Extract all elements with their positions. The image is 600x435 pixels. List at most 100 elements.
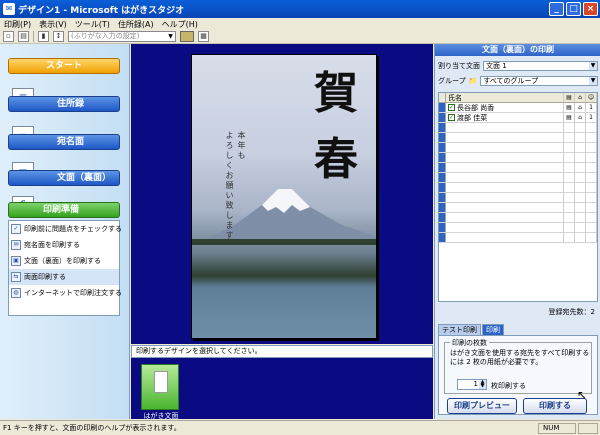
- grid-header: 氏名 ▤ ⌂ ☺: [439, 93, 597, 103]
- task-duplex-print[interactable]: ⇆ 両面印刷する: [9, 269, 119, 285]
- copies-stepper[interactable]: 1 ▲ ▼: [457, 379, 487, 390]
- assign-design-row: 割り当て文面 文面 1 ▼: [438, 60, 598, 71]
- print-icon[interactable]: ▤: [18, 31, 29, 42]
- left-task-panel: スタート 〒 住所録 ✉ 宛名面 ▣ 文面（裏面） ⎙ 印刷準備 ✓印刷前に問題…: [0, 44, 130, 419]
- menu-address-book[interactable]: 住所録(A): [118, 19, 154, 30]
- print-panel-title: 文面（裏面）の印刷: [435, 44, 600, 56]
- person-icon: 1: [586, 103, 597, 112]
- address-book-button[interactable]: 住所録: [8, 96, 120, 112]
- empty-row: [439, 153, 597, 163]
- toolbar-separator: [33, 31, 34, 42]
- assign-design-label: 割り当て文面: [438, 61, 480, 70]
- contact-grid: 氏名 ▤ ⌂ ☺ ✓ 長谷部 尚香 ▤ ⌂ 1 ✓ 渡部 佳菜 ▤ ⌂ 1: [438, 92, 598, 302]
- registered-count: 登録宛先数：2: [548, 308, 595, 316]
- title-bar: ✉ デザイン1 - Microsoft はがきスタジオ _ □ ×: [0, 0, 600, 18]
- card-greeting-line1: 本年も: [237, 131, 246, 161]
- thumbnail-page-icon: [154, 371, 168, 393]
- font-combo-text: (ふりがな入力の設定): [71, 32, 140, 40]
- empty-row: [439, 223, 597, 233]
- empty-row: [439, 123, 597, 133]
- chevron-down-icon: ▼: [589, 76, 597, 85]
- copies-description: はがき文面を使用する宛先をすべて印刷するには 2 枚の用紙が必要です。: [450, 349, 590, 366]
- print-task-list: ✓ 印刷前に問題点をチェックする ✉ 宛名面を印刷する ▣ 文面（裏面）を印刷する ⇆…: [8, 220, 122, 316]
- design-canvas: 賀 春 本年も よろしくお願い致します: [131, 44, 433, 344]
- group-folder-icon: 📁: [468, 76, 478, 85]
- print-prep-button[interactable]: 印刷準備: [8, 202, 120, 218]
- col-print-icon[interactable]: ▤: [564, 93, 575, 102]
- menu-view[interactable]: 表示(V): [39, 19, 67, 30]
- row-selector[interactable]: [439, 103, 446, 112]
- sort-icon[interactable]: ↕: [53, 31, 64, 42]
- row-checkbox[interactable]: ✓: [448, 114, 455, 121]
- task-print-design[interactable]: ▣ 文面（裏面）を印刷する: [9, 253, 119, 269]
- empty-row: [439, 193, 597, 203]
- menu-tools[interactable]: ツール(T): [75, 19, 110, 30]
- postcard-app-icon: ✉: [3, 3, 15, 15]
- task-check-problems[interactable]: ✓ 印刷前に問題点をチェックする: [9, 221, 122, 237]
- properties-icon[interactable]: ▦: [198, 31, 209, 42]
- col-house-icon[interactable]: ⌂: [575, 93, 586, 102]
- chevron-down-icon: ▼: [168, 33, 173, 40]
- status-help-text: F1 キーを押すと、文面の印刷のヘルプが表示されます。: [3, 424, 181, 432]
- house-icon: ⌂: [575, 103, 586, 112]
- card-kanji-haru: 春: [314, 134, 358, 185]
- checklist-icon: ✓: [11, 224, 21, 234]
- house-icon: ⌂: [575, 113, 586, 122]
- table-row[interactable]: ✓ 渡部 佳菜 ▤ ⌂ 1: [439, 113, 597, 123]
- copies-legend: 印刷の枚数: [450, 338, 489, 348]
- start-button[interactable]: スタート: [8, 58, 120, 74]
- status-num-indicator: NUM: [538, 422, 576, 434]
- stepper-arrows-icon[interactable]: ▲ ▼: [479, 380, 486, 389]
- font-combo[interactable]: (ふりがな入力の設定) ▼: [68, 31, 176, 42]
- design-thumbnail-strip: はがき文面: [131, 358, 433, 420]
- print-side-panel: 文面（裏面）の印刷 割り当て文面 文面 1 ▼ グループ 📁 すべてのグループ …: [434, 44, 600, 419]
- mouse-cursor-icon: ↖: [577, 388, 588, 402]
- col-name-header[interactable]: 氏名: [446, 93, 564, 102]
- window-title: デザイン1 - Microsoft はがきスタジオ: [18, 5, 185, 16]
- duplex-icon: ⇆: [11, 272, 21, 282]
- globe-icon: ◍: [11, 288, 21, 298]
- print-preview-button[interactable]: 印刷プレビュー: [447, 398, 517, 414]
- print-tab-body: 印刷の枚数 はがき文面を使用する宛先をすべて印刷するには 2 枚の用紙が必要です…: [438, 335, 598, 415]
- copies-group: 印刷の枚数 はがき文面を使用する宛先をすべて印刷するには 2 枚の用紙が必要です…: [444, 338, 592, 394]
- new-page-icon[interactable]: ▫: [3, 31, 14, 42]
- empty-row: [439, 133, 597, 143]
- col-person-icon[interactable]: ☺: [586, 93, 597, 102]
- address-side-button[interactable]: 宛名面: [8, 134, 120, 150]
- tab-test-print[interactable]: テスト印刷: [438, 324, 481, 335]
- task-print-address[interactable]: ✉ 宛名面を印刷する: [9, 237, 119, 253]
- group-label: グループ: [438, 76, 466, 85]
- empty-row: [439, 143, 597, 153]
- group-select[interactable]: すべてのグループ ▼: [480, 75, 598, 86]
- toolbar: ▫ ▤ ▮ ↕ (ふりがな入力の設定) ▼ ▦: [0, 30, 600, 44]
- maximize-button[interactable]: □: [566, 2, 581, 16]
- group-row: グループ 📁 すべてのグループ ▼: [438, 75, 598, 86]
- empty-row: [439, 233, 597, 243]
- empty-row: [439, 163, 597, 173]
- tab-print[interactable]: 印刷: [482, 324, 504, 335]
- design-thumbnail[interactable]: [141, 364, 179, 410]
- print-flag-icon: ▤: [564, 103, 575, 112]
- row-selector[interactable]: [439, 113, 446, 122]
- chevron-down-icon: ▼: [589, 61, 597, 70]
- copies-unit-label: 枚印刷する: [491, 382, 526, 390]
- table-row[interactable]: ✓ 長谷部 尚香 ▤ ⌂ 1: [439, 103, 597, 113]
- status-empty-cell: [578, 422, 598, 434]
- menu-print[interactable]: 印刷(P): [4, 19, 31, 30]
- postcard-preview[interactable]: 賀 春 本年も よろしくお願い致します: [191, 54, 377, 339]
- design-side-button[interactable]: 文面（裏面）: [8, 170, 120, 186]
- status-bar: F1 キーを押すと、文面の印刷のヘルプが表示されます。 NUM: [0, 420, 600, 435]
- assign-design-select[interactable]: 文面 1 ▼: [483, 60, 598, 71]
- empty-row: [439, 203, 597, 213]
- close-button[interactable]: ×: [583, 2, 598, 16]
- menu-help[interactable]: ヘルプ(H): [162, 19, 198, 30]
- minimize-button[interactable]: _: [549, 2, 564, 16]
- row-checkbox[interactable]: ✓: [448, 104, 455, 111]
- card-kanji-ga: 賀: [314, 68, 358, 119]
- task-internet-order[interactable]: ◍ インターネットで印刷注文する: [9, 285, 122, 301]
- color-preview-icon[interactable]: [180, 31, 194, 42]
- page-setup-icon[interactable]: ▮: [38, 31, 49, 42]
- menu-bar: 印刷(P) 表示(V) ツール(T) 住所録(A) ヘルプ(H): [0, 18, 600, 30]
- print-flag-icon: ▤: [564, 113, 575, 122]
- empty-row: [439, 173, 597, 183]
